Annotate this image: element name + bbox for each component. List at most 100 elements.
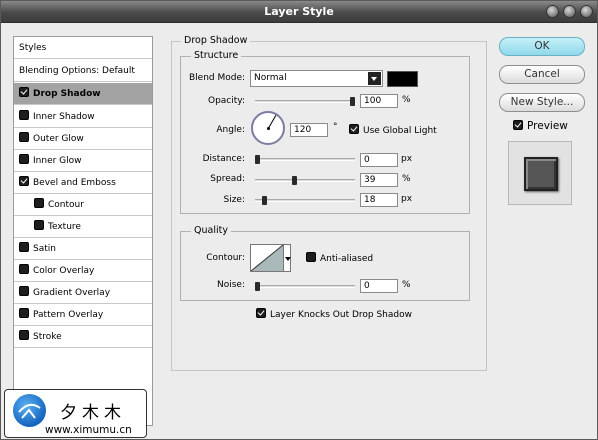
outer-glow-checkbox[interactable]: [19, 132, 29, 142]
contour-checkbox[interactable]: [34, 198, 44, 208]
chevron-down-icon: [368, 72, 381, 85]
new-style-button[interactable]: New Style...: [499, 93, 585, 112]
noise-input[interactable]: 0: [360, 279, 398, 293]
size-label: Size:: [223, 195, 245, 205]
drop-shadow-checkbox[interactable]: [19, 87, 29, 97]
stroke-label: Stroke: [33, 332, 62, 342]
gradient-overlay-label: Gradient Overlay: [33, 288, 111, 298]
style-item-drop-shadow[interactable]: Drop Shadow: [14, 83, 152, 105]
satin-label: Satin: [33, 244, 56, 254]
style-item-contour[interactable]: Contour: [14, 194, 152, 216]
preview-label: Preview: [527, 120, 568, 132]
cancel-button[interactable]: Cancel: [499, 65, 585, 84]
blend-mode-select[interactable]: Normal: [250, 70, 383, 87]
opacity-label: Opacity:: [208, 96, 245, 106]
size-unit: px: [401, 194, 413, 204]
logo-swoosh-icon: [18, 403, 41, 419]
pattern-overlay-label: Pattern Overlay: [33, 310, 104, 320]
ok-button[interactable]: OK: [499, 37, 585, 56]
gradient-overlay-checkbox[interactable]: [19, 286, 29, 296]
noise-slider-thumb[interactable]: [255, 282, 260, 291]
blending-options-label: Blending Options: Default: [19, 66, 135, 76]
opacity-unit: %: [402, 95, 411, 105]
preview-checkbox[interactable]: [513, 120, 523, 130]
style-item-stroke[interactable]: Stroke: [14, 326, 152, 348]
color-overlay-label: Color Overlay: [33, 266, 95, 276]
distance-input[interactable]: 0: [360, 153, 398, 167]
distance-label: Distance:: [202, 154, 245, 164]
layer-style-dialog: Layer Style Styles Blending Options: Def…: [0, 0, 598, 440]
contour-picker[interactable]: [250, 244, 284, 272]
use-global-light-checkbox[interactable]: [349, 124, 359, 134]
style-item-pattern-overlay[interactable]: Pattern Overlay: [14, 304, 152, 326]
minimize-icon[interactable]: [546, 5, 559, 18]
size-slider-thumb[interactable]: [262, 196, 267, 205]
opacity-slider-thumb[interactable]: [350, 97, 355, 106]
preview-checkbox-row[interactable]: Preview: [513, 120, 568, 132]
angle-dial-center: [267, 127, 270, 130]
style-item-texture[interactable]: Texture: [14, 216, 152, 238]
blending-options-item[interactable]: Blending Options: Default: [14, 60, 152, 82]
styles-list: Styles Blending Options: Default Drop Sh…: [13, 36, 153, 426]
knockout-checkbox[interactable]: [256, 308, 266, 318]
style-item-outer-glow[interactable]: Outer Glow: [14, 128, 152, 150]
style-item-color-overlay[interactable]: Color Overlay: [14, 260, 152, 282]
bevel-emboss-label: Bevel and Emboss: [33, 178, 116, 188]
knockout-checkbox-row[interactable]: Layer Knocks Out Drop Shadow: [256, 308, 412, 320]
knockout-label: Layer Knocks Out Drop Shadow: [270, 310, 412, 320]
angle-input[interactable]: 120: [290, 123, 328, 137]
preview-square: [524, 157, 558, 191]
style-item-inner-glow[interactable]: Inner Glow: [14, 150, 152, 172]
contour-label: Contour: [48, 200, 84, 210]
style-item-satin[interactable]: Satin: [14, 238, 152, 260]
inner-shadow-label: Inner Shadow: [33, 112, 95, 122]
styles-header-label: Styles: [19, 43, 47, 53]
size-slider-track[interactable]: [255, 196, 355, 205]
blend-mode-label: Blend Mode:: [189, 73, 246, 83]
title-bar[interactable]: Layer Style: [1, 1, 597, 23]
close-icon[interactable]: [580, 5, 593, 18]
style-item-bevel-emboss[interactable]: Bevel and Emboss: [14, 172, 152, 194]
bevel-emboss-checkbox[interactable]: [19, 176, 29, 186]
satin-checkbox[interactable]: [19, 242, 29, 252]
spread-input[interactable]: 39: [360, 173, 398, 187]
inner-shadow-checkbox[interactable]: [19, 110, 29, 120]
outer-glow-label: Outer Glow: [33, 134, 84, 144]
quality-group: [180, 231, 470, 301]
use-global-light-checkbox-row[interactable]: Use Global Light: [349, 124, 437, 136]
color-overlay-checkbox[interactable]: [19, 264, 29, 274]
watermark-chars: 夕木木: [60, 403, 126, 423]
noise-unit: %: [402, 280, 411, 290]
distance-slider-track[interactable]: [255, 155, 355, 164]
stroke-checkbox[interactable]: [19, 330, 29, 340]
texture-label: Texture: [48, 222, 81, 232]
size-input[interactable]: 18: [360, 193, 398, 207]
opacity-input[interactable]: 100: [360, 94, 398, 108]
style-item-inner-shadow[interactable]: Inner Shadow: [14, 106, 152, 128]
contour-curve-icon: [250, 244, 284, 272]
anti-aliased-checkbox[interactable]: [306, 252, 316, 262]
contour-dropdown-button[interactable]: [283, 244, 291, 272]
opacity-slider-track[interactable]: [255, 97, 355, 106]
styles-header[interactable]: Styles: [14, 37, 152, 59]
distance-slider-thumb[interactable]: [255, 155, 260, 164]
spread-slider-track[interactable]: [255, 176, 355, 185]
inner-glow-checkbox[interactable]: [19, 154, 29, 164]
angle-label: Angle:: [216, 125, 245, 135]
blend-mode-value: Normal: [254, 73, 287, 83]
spread-slider-thumb[interactable]: [292, 176, 297, 185]
watermark-badge: 夕木木 www.ximumu.cn: [4, 389, 147, 438]
quality-title: Quality: [191, 225, 231, 236]
anti-aliased-checkbox-row[interactable]: Anti-aliased: [306, 252, 373, 264]
pattern-overlay-checkbox[interactable]: [19, 308, 29, 318]
shadow-color-swatch[interactable]: [387, 71, 418, 87]
drop-shadow-label: Drop Shadow: [33, 89, 101, 99]
ximumu-logo-icon: [13, 394, 46, 427]
noise-slider-track[interactable]: [255, 282, 355, 291]
angle-dial[interactable]: [251, 111, 285, 145]
spread-unit: %: [402, 174, 411, 184]
window-title: Layer Style: [264, 5, 334, 18]
style-item-gradient-overlay[interactable]: Gradient Overlay: [14, 282, 152, 304]
maximize-icon[interactable]: [563, 5, 576, 18]
texture-checkbox[interactable]: [34, 220, 44, 230]
